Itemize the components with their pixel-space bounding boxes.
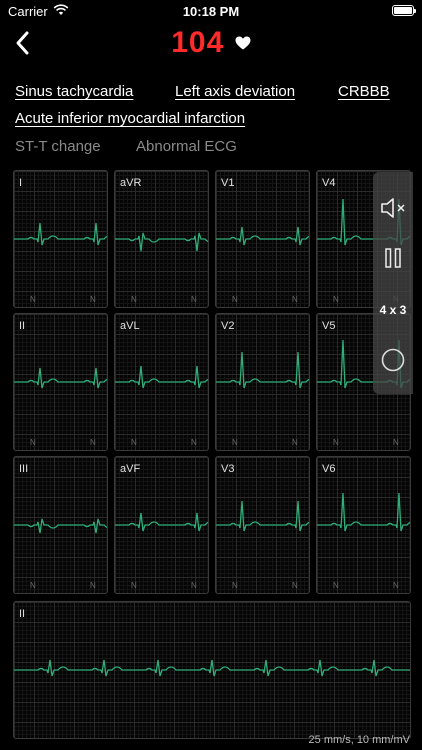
beat-marker: N [232,438,238,447]
layout-toggle-button[interactable]: 4 x 3 [373,288,413,332]
beat-marker: N [191,295,197,304]
beat-marker: N [90,438,96,447]
ecg-trace [115,365,208,389]
ecg-waveform [14,659,410,677]
beat-marker: N [333,581,339,590]
ecg-waveform [216,500,309,532]
ecg-waveform [216,226,309,246]
ecg-trace [216,226,309,246]
beat-marker: N [232,581,238,590]
secondary-finding: ST-T change [15,138,101,155]
beat-marker: N [131,438,137,447]
lead-panel[interactable]: V3 N N [215,456,310,594]
beat-marker: N [30,581,36,590]
secondary-finding: Abnormal ECG [136,138,237,155]
beat-marker: N [30,295,36,304]
clock: 10:18 PM [182,4,240,19]
scale-text: 25 mm/s, 10 mm/mV [308,734,410,746]
beat-marker: N [131,295,137,304]
ecg-waveform [14,222,107,246]
status-bar: Carrier 10:18 PM [0,0,422,22]
beat-marker: N [333,295,339,304]
beat-marker: N [191,581,197,590]
lead-panel[interactable]: aVR N N [114,170,209,308]
heart-rate-display: 104 [0,26,422,60]
ecg-waveform [115,512,208,532]
beat-marker: N [191,438,197,447]
ecg-trace [216,500,309,532]
ecg-trace [14,659,410,677]
ecg-trace [14,367,107,389]
ecg-waveform [317,492,410,532]
ecg-waveform [14,367,107,389]
ecg-trace [216,351,309,389]
rhythm-strip-label: II [19,608,26,620]
heart-rate-value: 104 [171,26,225,59]
side-control-panel: 4 x 3 [373,172,413,394]
lead-panel[interactable]: V6 N N [316,456,411,594]
beat-marker: N [90,581,96,590]
diagnosis-link[interactable]: Sinus tachycardia [15,83,133,100]
beat-marker: N [292,438,298,447]
ecg-waveform [14,518,107,534]
ecg-trace [115,232,208,252]
beat-marker: N [393,581,399,590]
pause-button[interactable] [373,236,413,280]
lead-panel[interactable]: INN [13,170,108,308]
ecg-waveform [216,351,309,389]
layout-label: 4 x 3 [379,303,407,317]
beat-marker: N [292,581,298,590]
beat-marker: N [90,295,96,304]
lead-panel[interactable]: V1 N N [215,170,310,308]
diagnosis-link[interactable]: Acute inferior myocardial infarction [15,110,245,127]
beat-marker: N [333,438,339,447]
ecg-trace [14,518,107,534]
ecg-waveform [115,232,208,252]
beat-marker: N [393,438,399,447]
mute-button[interactable] [373,186,413,230]
diagnosis-link[interactable]: CRBBB [338,83,390,100]
ecg-trace [115,512,208,532]
rhythm-strip[interactable]: II [13,601,411,739]
speaker-mute-icon [381,198,405,218]
circle-icon [381,348,405,372]
heart-icon [235,36,251,50]
lead-panel[interactable]: V2 N N [215,313,310,451]
ecg-trace [14,222,107,246]
lead-panel[interactable]: aVL N N [114,313,209,451]
beat-marker: N [30,438,36,447]
beat-marker: N [232,295,238,304]
beat-marker: N [131,581,137,590]
ecg-waveform [115,365,208,389]
ecg-trace [317,492,410,532]
lead-panel[interactable]: III N N [13,456,108,594]
pause-icon [385,248,401,268]
record-button[interactable] [373,338,413,382]
battery-icon [392,5,416,16]
diagnosis-link[interactable]: Left axis deviation [175,83,295,100]
lead-panel[interactable]: II N N [13,313,108,451]
lead-panel[interactable]: aVF N N [114,456,209,594]
beat-marker: N [292,295,298,304]
